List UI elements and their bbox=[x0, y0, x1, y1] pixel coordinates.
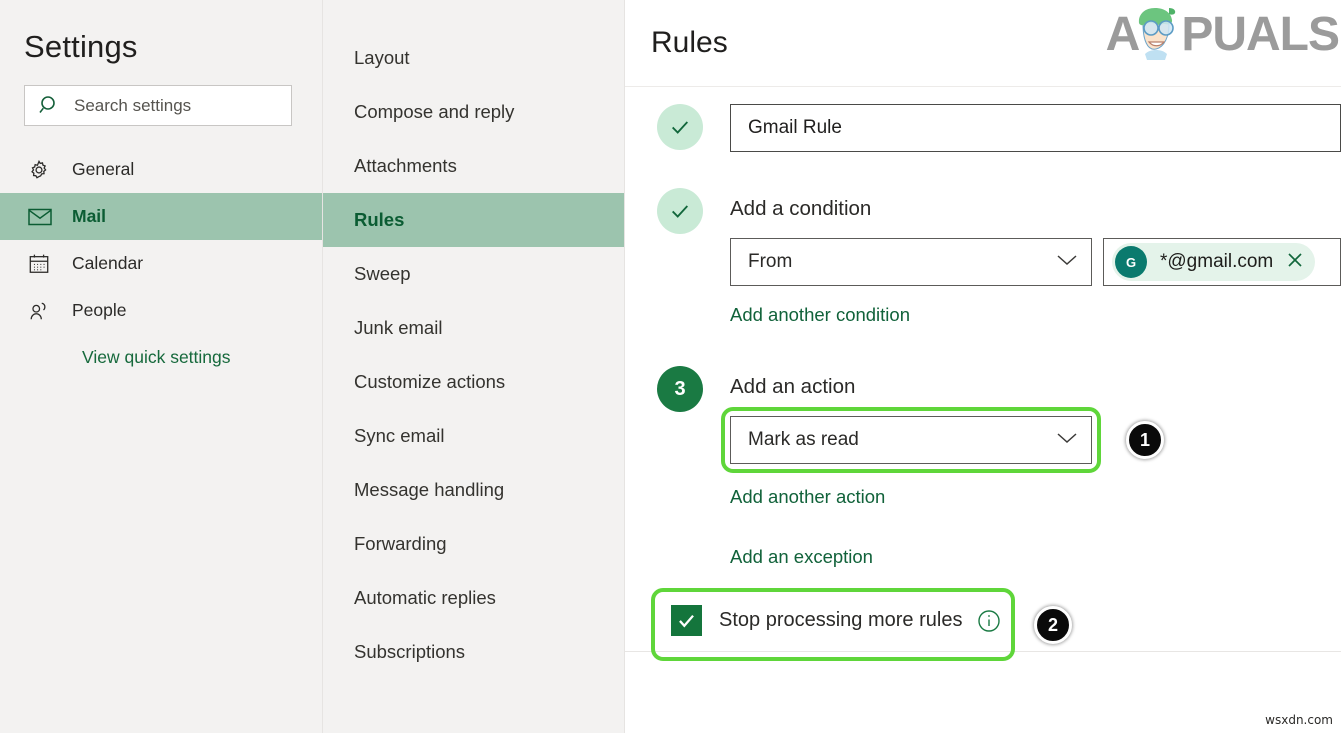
subnav-item-sync-email[interactable]: Sync email bbox=[323, 409, 624, 463]
sidebar-item-label: People bbox=[72, 300, 127, 321]
step-number-badge: 3 bbox=[657, 366, 703, 412]
subnav-item-layout[interactable]: Layout bbox=[323, 31, 624, 85]
calendar-icon bbox=[28, 253, 54, 275]
search-placeholder-text: Search settings bbox=[74, 96, 191, 116]
subnav-item-rules[interactable]: Rules bbox=[323, 193, 624, 247]
content-title: Rules bbox=[651, 26, 728, 60]
settings-sidebar: Settings Search settings General bbox=[0, 0, 323, 733]
condition-row: Add a condition From bbox=[625, 188, 1341, 326]
appuals-logo: A bbox=[1106, 6, 1339, 64]
stop-processing-label: Stop processing more rules bbox=[719, 609, 962, 632]
envelope-icon bbox=[28, 208, 54, 226]
subnav-item-attachments[interactable]: Attachments bbox=[323, 139, 624, 193]
stop-processing-section: Stop processing more rules 2 bbox=[625, 605, 1341, 636]
sidebar-item-mail[interactable]: Mail bbox=[0, 193, 322, 240]
rule-editor: Gmail Rule Add a condition From bbox=[625, 87, 1341, 636]
add-an-exception-link[interactable]: Add an exception bbox=[730, 546, 1341, 568]
page-title: Settings bbox=[24, 29, 322, 65]
stop-processing-row[interactable]: Stop processing more rules bbox=[671, 605, 1341, 636]
search-icon bbox=[39, 95, 60, 116]
step-complete-check-icon bbox=[657, 188, 703, 234]
avatar: G bbox=[1115, 246, 1147, 278]
people-icon bbox=[28, 300, 54, 322]
rule-name-value: Gmail Rule bbox=[748, 117, 842, 139]
subnav-item-compose-and-reply[interactable]: Compose and reply bbox=[323, 85, 624, 139]
recipient-chip[interactable]: G *@gmail.com bbox=[1112, 243, 1315, 281]
action-heading: Add an action bbox=[730, 366, 1341, 399]
watermark: wsxdn.com bbox=[1265, 713, 1333, 727]
logo-text-puals: PUALS bbox=[1181, 11, 1339, 59]
sidebar-item-label: Mail bbox=[72, 206, 106, 227]
mail-subnav: Layout Compose and reply Attachments Rul… bbox=[323, 0, 625, 733]
rules-content-pane: Rules A bbox=[625, 0, 1341, 733]
subnav-item-sweep[interactable]: Sweep bbox=[323, 247, 624, 301]
info-icon[interactable] bbox=[977, 609, 1001, 633]
sidebar-item-calendar[interactable]: Calendar bbox=[0, 240, 322, 287]
recipient-chip-label: *@gmail.com bbox=[1160, 251, 1273, 273]
settings-nav-list: General Mail bbox=[0, 146, 322, 368]
sidebar-item-people[interactable]: People bbox=[0, 287, 322, 334]
sidebar-item-label: Calendar bbox=[72, 253, 143, 274]
add-another-condition-link[interactable]: Add another condition bbox=[730, 304, 1341, 326]
close-icon[interactable] bbox=[1285, 250, 1305, 275]
condition-type-select[interactable]: From bbox=[730, 238, 1092, 286]
action-row: 3 Add an action Mark as read bbox=[625, 366, 1341, 568]
search-input[interactable]: Search settings bbox=[24, 85, 292, 126]
subnav-item-customize-actions[interactable]: Customize actions bbox=[323, 355, 624, 409]
chevron-down-icon bbox=[1056, 429, 1078, 451]
stop-processing-checkbox[interactable] bbox=[671, 605, 702, 636]
sidebar-item-label: General bbox=[72, 159, 134, 180]
section-divider bbox=[625, 651, 1341, 652]
add-another-action-link[interactable]: Add another action bbox=[730, 486, 1341, 508]
chevron-down-icon bbox=[1056, 251, 1078, 273]
condition-heading: Add a condition bbox=[730, 188, 1341, 221]
content-header: Rules A bbox=[625, 0, 1341, 87]
view-quick-settings-link[interactable]: View quick settings bbox=[0, 347, 322, 368]
callout-badge-1: 1 bbox=[1126, 421, 1164, 459]
gear-icon bbox=[28, 159, 54, 181]
settings-window: Settings Search settings General bbox=[0, 0, 1341, 733]
sidebar-item-general[interactable]: General bbox=[0, 146, 322, 193]
step-complete-check-icon bbox=[657, 104, 703, 150]
appuals-mascot-icon bbox=[1123, 4, 1185, 67]
rule-name-input[interactable]: Gmail Rule bbox=[730, 104, 1341, 152]
subnav-item-forwarding[interactable]: Forwarding bbox=[323, 517, 624, 571]
condition-type-value: From bbox=[748, 251, 792, 273]
action-type-value: Mark as read bbox=[748, 429, 859, 451]
rule-name-row: Gmail Rule bbox=[625, 104, 1341, 152]
callout-badge-2: 2 bbox=[1034, 606, 1072, 644]
subnav-item-junk-email[interactable]: Junk email bbox=[323, 301, 624, 355]
subnav-item-subscriptions[interactable]: Subscriptions bbox=[323, 625, 624, 679]
action-type-select[interactable]: Mark as read bbox=[730, 416, 1092, 464]
condition-value-input[interactable]: G *@gmail.com bbox=[1103, 238, 1341, 286]
subnav-item-automatic-replies[interactable]: Automatic replies bbox=[323, 571, 624, 625]
subnav-item-message-handling[interactable]: Message handling bbox=[323, 463, 624, 517]
